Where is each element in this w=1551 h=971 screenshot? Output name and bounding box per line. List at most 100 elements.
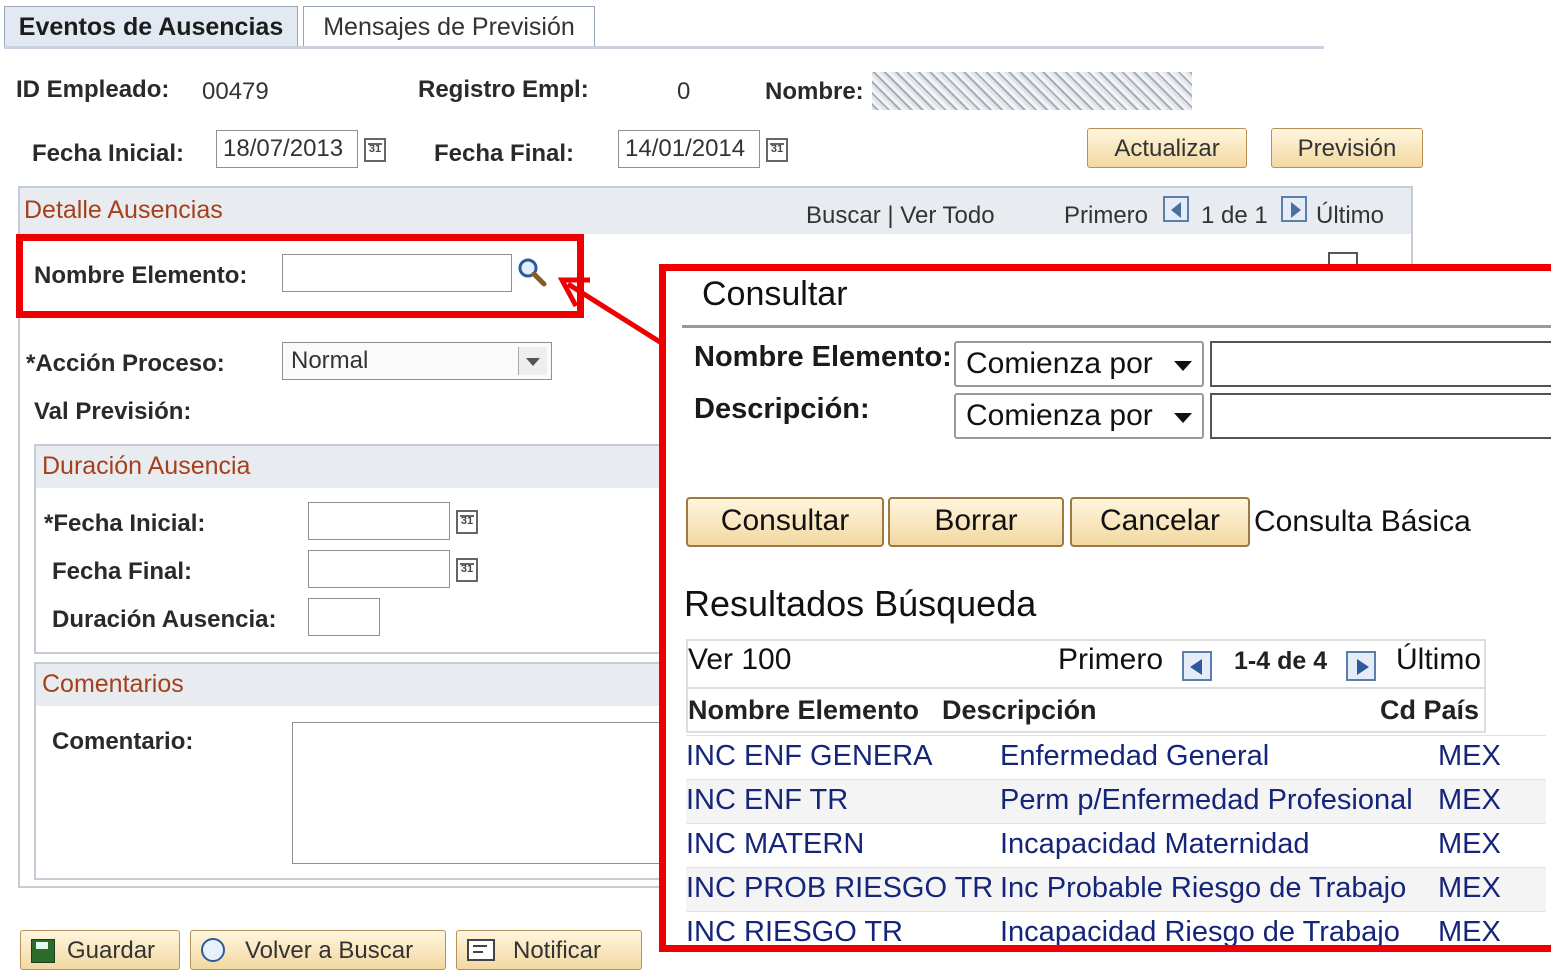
row-description[interactable]: Incapacidad Maternidad [1000, 828, 1310, 861]
row-description[interactable]: Incapacidad Riesgo de Trabajo [1000, 916, 1400, 945]
col-description[interactable]: Descripción [942, 695, 1097, 726]
row-description[interactable]: Inc Probable Riesgo de Trabajo [1000, 872, 1406, 905]
calendar-icon[interactable]: 31 [456, 558, 478, 582]
duration-start-label: *Fecha Inicial: [44, 510, 206, 537]
record-value: 0 [677, 78, 691, 105]
duration-start-field[interactable] [308, 502, 450, 540]
element-name-search-input[interactable] [1210, 341, 1551, 387]
lookup-search-button[interactable]: Consultar [686, 497, 884, 547]
row-country[interactable]: MEX [1438, 740, 1501, 773]
results-next-icon[interactable] [1346, 651, 1376, 681]
row-element[interactable]: INC RIESGO TR [686, 916, 903, 945]
duration-length-field[interactable] [308, 598, 380, 636]
forecast-button[interactable]: Previsión [1271, 128, 1423, 168]
start-date-field[interactable]: 18/07/2013 [216, 130, 358, 168]
comment-label: Comentario: [52, 728, 194, 755]
first-label: Primero [1064, 202, 1149, 229]
floppy-icon [31, 939, 55, 963]
tab-divider [4, 46, 1324, 49]
row-description[interactable]: Perm p/Enfermedad Profesional [1000, 784, 1413, 817]
absence-detail-title: Detalle Ausencias [24, 196, 223, 224]
prev-page-icon[interactable] [1163, 196, 1189, 222]
save-button[interactable]: Guardar [20, 930, 180, 970]
comments-header: Comentarios [36, 664, 672, 706]
description-operator-value: Comienza por [966, 399, 1153, 432]
description-operator-select[interactable]: Comienza por [954, 393, 1204, 439]
row-element[interactable]: INC ENF GENERA [686, 740, 933, 773]
view-100-link[interactable]: Ver 100 [688, 643, 791, 677]
comment-textarea[interactable] [292, 722, 672, 864]
record-label: Registro Empl: [418, 76, 589, 103]
lookup-popup: Consultar Nombre Elemento: Comienza por … [659, 264, 1551, 952]
lookup-clear-button[interactable]: Borrar [888, 497, 1064, 547]
basic-lookup-link[interactable]: Consulta Básica [1254, 505, 1471, 539]
row-description[interactable]: Enfermedad General [1000, 740, 1269, 773]
results-first-label: Primero [1058, 643, 1164, 676]
calendar-icon[interactable]: 31 [766, 138, 788, 162]
back-to-search-button[interactable]: Volver a Buscar [190, 930, 446, 970]
lookup-cancel-button[interactable]: Cancelar [1070, 497, 1250, 547]
forecast-value-label: Val Previsión: [34, 398, 192, 425]
employee-id-value: 00479 [202, 78, 269, 105]
row-element[interactable]: INC MATERN [686, 828, 864, 861]
view-all-link[interactable]: Ver Todo [900, 202, 994, 229]
row-element[interactable]: INC ENF TR [686, 784, 848, 817]
description-search-input[interactable] [1210, 393, 1551, 439]
end-date-field[interactable]: 14/01/2014 [618, 130, 760, 168]
row-country[interactable]: MEX [1438, 916, 1501, 945]
table-row[interactable]: INC RIESGO TR Incapacidad Riesgo de Trab… [686, 911, 1546, 945]
chevron-down-icon [518, 347, 547, 375]
tab-absence-events[interactable]: Eventos de Ausencias [4, 6, 298, 46]
chevron-down-icon [1174, 413, 1192, 423]
employee-id-label: ID Empleado: [16, 76, 170, 103]
search-link[interactable]: Buscar [806, 202, 881, 229]
col-element-name[interactable]: Nombre Elemento [688, 695, 919, 726]
notify-button[interactable]: Notificar [456, 930, 642, 970]
search-back-icon [201, 938, 225, 962]
end-date-label: Fecha Final: [434, 140, 575, 167]
table-row[interactable]: INC ENF GENERA Enfermedad General MEX [686, 735, 1546, 779]
next-page-icon[interactable] [1281, 196, 1307, 222]
process-action-label: *Acción Proceso: [26, 350, 225, 377]
name-redacted [872, 72, 1192, 110]
last-label: Último [1316, 202, 1385, 229]
row-country[interactable]: MEX [1438, 872, 1501, 905]
results-title: Resultados Búsqueda [684, 583, 1037, 624]
process-action-value: Normal [291, 347, 369, 374]
lookup-divider [682, 325, 1551, 328]
name-label: Nombre: [765, 78, 864, 105]
tab-forecast-messages[interactable]: Mensajes de Previsión [303, 6, 595, 46]
link-separator: | [887, 202, 894, 229]
row-element[interactable]: INC PROB RIESGO TR [686, 872, 993, 905]
col-country[interactable]: Cd País [1380, 695, 1479, 726]
comments-title: Comentarios [42, 670, 184, 698]
start-date-label: Fecha Inicial: [32, 140, 185, 167]
duration-length-label: Duración Ausencia: [52, 606, 277, 633]
table-row[interactable]: INC MATERN Incapacidad Maternidad MEX [686, 823, 1546, 867]
table-row[interactable]: INC PROB RIESGO TR Inc Probable Riesgo d… [686, 867, 1546, 911]
duration-end-field[interactable] [308, 550, 450, 588]
calendar-icon[interactable]: 31 [364, 138, 386, 162]
update-button[interactable]: Actualizar [1087, 128, 1247, 168]
duration-title: Duración Ausencia [42, 452, 251, 480]
save-label: Guardar [67, 937, 156, 964]
results-last-label: Último [1396, 643, 1482, 676]
lookup-element-label: Nombre Elemento: [694, 341, 952, 373]
page-info: 1 de 1 [1201, 202, 1268, 229]
chevron-down-icon [1174, 361, 1192, 371]
results-page-info: 1-4 de 4 [1234, 647, 1328, 675]
calendar-icon[interactable]: 31 [456, 510, 478, 534]
arrow-pointer [557, 277, 662, 345]
lookup-title: Consultar [702, 275, 848, 313]
notify-icon [467, 939, 495, 961]
row-country[interactable]: MEX [1438, 784, 1501, 817]
results-prev-icon[interactable] [1182, 651, 1212, 681]
duration-header: Duración Ausencia [36, 446, 672, 488]
grid-links: Buscar | Ver Todo [806, 202, 995, 230]
process-action-select[interactable]: Normal [282, 342, 552, 380]
element-operator-select[interactable]: Comienza por [954, 341, 1204, 387]
table-row[interactable]: INC ENF TR Perm p/Enfermedad Profesional… [686, 779, 1546, 823]
row-country[interactable]: MEX [1438, 828, 1501, 861]
notify-label: Notificar [513, 937, 602, 964]
element-operator-value: Comienza por [966, 347, 1153, 380]
